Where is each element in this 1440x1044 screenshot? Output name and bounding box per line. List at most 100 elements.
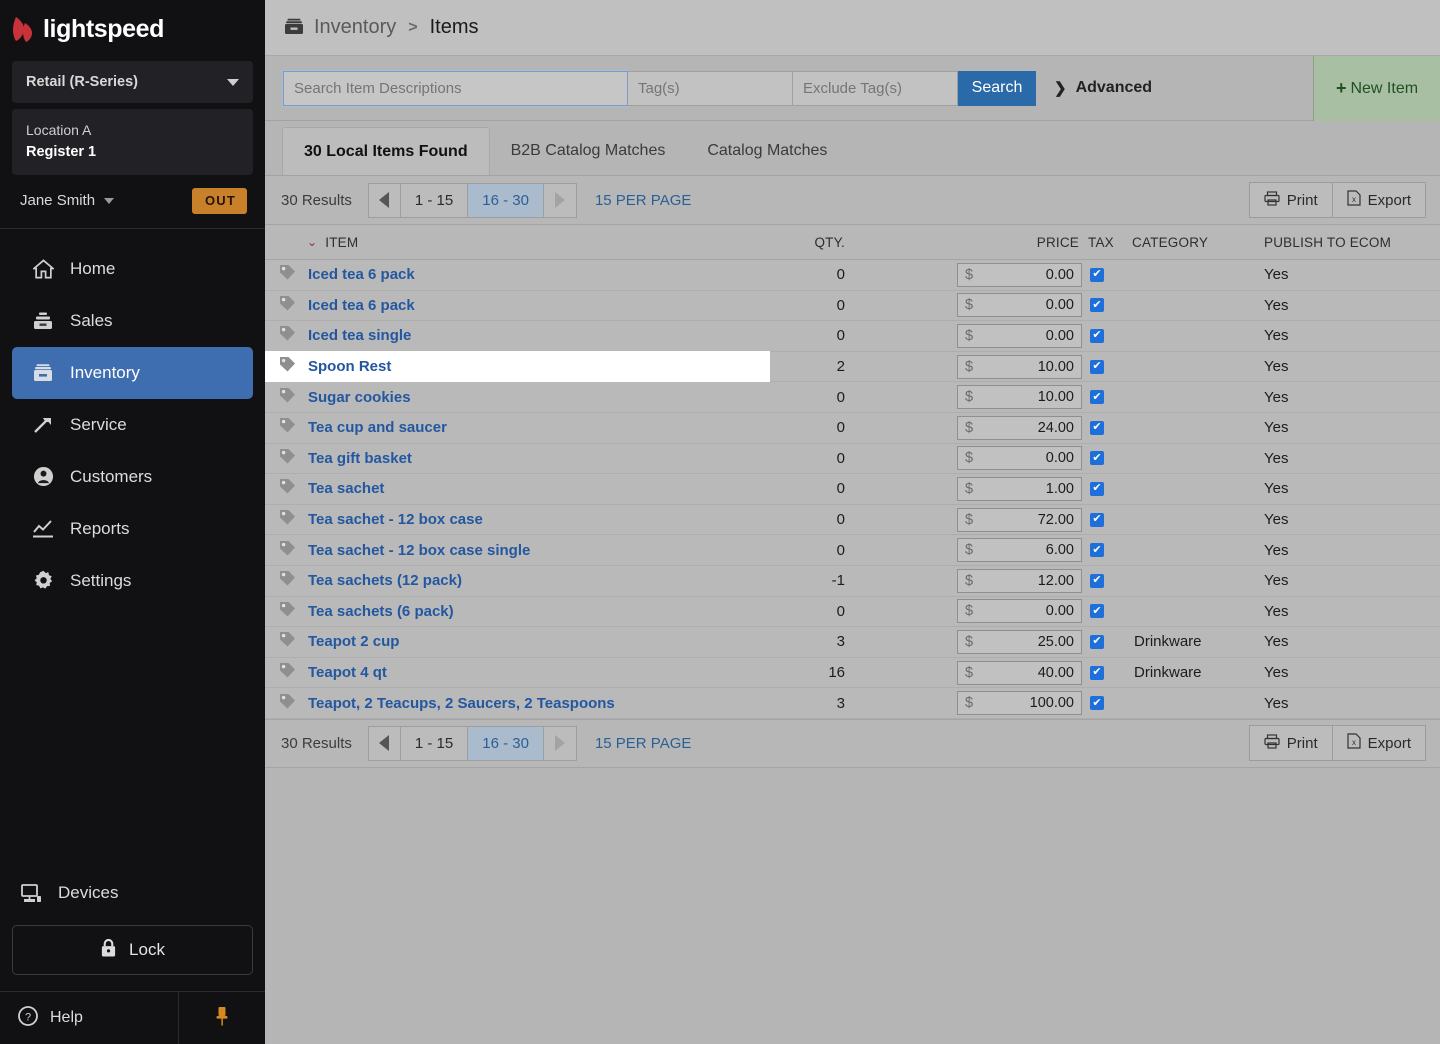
column-header-category[interactable]: CATEGORY bbox=[1132, 235, 1264, 250]
table-row[interactable]: Sugar cookies 0 $10.00 ✔ Yes bbox=[265, 382, 1440, 413]
sidebar-item-settings[interactable]: Settings bbox=[12, 555, 253, 607]
item-name-link[interactable]: Iced tea single bbox=[308, 327, 411, 344]
table-row[interactable]: Tea sachet - 12 box case single 0 $6.00 ✔ Ye… bbox=[265, 535, 1440, 566]
price-input[interactable]: $72.00 bbox=[957, 507, 1082, 532]
chevron-down-icon[interactable] bbox=[104, 197, 115, 204]
sidebar-item-customers[interactable]: Customers bbox=[12, 451, 253, 503]
sidebar-item-devices[interactable]: Devices bbox=[0, 867, 265, 919]
table-row[interactable]: Tea sachet 0 $1.00 ✔ Yes bbox=[265, 474, 1440, 505]
item-name-link[interactable]: Teapot 2 cup bbox=[308, 633, 399, 650]
tax-checkbox[interactable]: ✔ bbox=[1090, 481, 1104, 496]
item-name-link[interactable]: Iced tea 6 pack bbox=[308, 297, 415, 314]
page-prev-button[interactable] bbox=[368, 183, 401, 217]
item-name-link[interactable]: Sugar cookies bbox=[308, 389, 411, 406]
advanced-toggle[interactable]: ❯ Advanced bbox=[1054, 79, 1152, 97]
export-button[interactable]: x Export bbox=[1331, 183, 1425, 217]
sidebar-item-service[interactable]: Service bbox=[12, 399, 253, 451]
price-input[interactable]: $24.00 bbox=[957, 415, 1082, 440]
table-row[interactable]: Spoon Rest 2 $10.00 ✔ Yes bbox=[265, 351, 1440, 383]
tax-checkbox[interactable]: ✔ bbox=[1090, 512, 1104, 527]
lock-button[interactable]: Lock bbox=[12, 925, 253, 975]
item-name-link[interactable]: Spoon Rest bbox=[308, 358, 391, 375]
table-row[interactable]: Tea gift basket 0 $0.00 ✔ Yes bbox=[265, 443, 1440, 475]
price-input[interactable]: $0.00 bbox=[957, 446, 1082, 471]
search-input[interactable] bbox=[282, 69, 629, 107]
column-header-publish-to-ecom[interactable]: PUBLISH TO ECOM bbox=[1264, 235, 1440, 250]
sidebar-item-inventory[interactable]: Inventory bbox=[12, 346, 253, 399]
column-header-tax[interactable]: TAX bbox=[1085, 235, 1132, 250]
item-name-link[interactable]: Teapot, 2 Teacups, 2 Saucers, 2 Teaspoon… bbox=[308, 695, 615, 712]
table-row[interactable]: Tea sachets (6 pack) 0 $0.00 ✔ Yes bbox=[265, 596, 1440, 628]
price-input[interactable]: $0.00 bbox=[957, 293, 1082, 318]
table-row[interactable]: Teapot 2 cup 3 $25.00 ✔ Drinkware Yes bbox=[265, 627, 1440, 658]
price-input[interactable]: $0.00 bbox=[957, 323, 1082, 348]
page-16-30-button[interactable]: 16 - 30 bbox=[468, 183, 544, 217]
price-input[interactable]: $1.00 bbox=[957, 476, 1082, 501]
tax-checkbox[interactable]: ✔ bbox=[1090, 634, 1104, 649]
table-row[interactable]: Tea cup and saucer 0 $24.00 ✔ Yes bbox=[265, 412, 1440, 444]
item-name-link[interactable]: Teapot 4 qt bbox=[308, 664, 387, 681]
tax-checkbox[interactable]: ✔ bbox=[1090, 298, 1104, 313]
sidebar-item-sales[interactable]: Sales bbox=[12, 295, 253, 347]
column-header-item[interactable]: ⌄ ITEM bbox=[265, 235, 770, 250]
sidebar-item-home[interactable]: Home bbox=[12, 243, 253, 295]
tax-checkbox[interactable]: ✔ bbox=[1090, 665, 1104, 680]
table-row[interactable]: Iced tea 6 pack 0 $0.00 ✔ Yes bbox=[265, 290, 1440, 322]
per-page-selector-bottom[interactable]: 15 PER PAGE bbox=[595, 735, 691, 752]
page-1-15-button[interactable]: 1 - 15 bbox=[400, 183, 469, 217]
location-register-card[interactable]: Location A Register 1 bbox=[12, 109, 253, 175]
new-item-button[interactable]: + New Item bbox=[1313, 56, 1440, 121]
price-input[interactable]: $0.00 bbox=[957, 599, 1082, 624]
help-button[interactable]: ? Help bbox=[0, 992, 179, 1044]
price-input[interactable]: $6.00 bbox=[957, 538, 1082, 563]
item-name-link[interactable]: Iced tea 6 pack bbox=[308, 266, 415, 283]
item-name-link[interactable]: Tea sachets (6 pack) bbox=[308, 603, 454, 620]
column-header-qty[interactable]: QTY. bbox=[770, 235, 845, 250]
item-name-link[interactable]: Tea sachet - 12 box case single bbox=[308, 542, 530, 559]
exclude-tags-input[interactable] bbox=[793, 70, 958, 106]
page-16-30-button-bottom[interactable]: 16 - 30 bbox=[468, 726, 544, 760]
column-header-price[interactable]: PRICE bbox=[845, 235, 1085, 250]
table-row[interactable]: Teapot 4 qt 16 $40.00 ✔ Drinkware Yes bbox=[265, 657, 1440, 689]
tax-checkbox[interactable]: ✔ bbox=[1090, 451, 1104, 466]
tax-checkbox[interactable]: ✔ bbox=[1090, 420, 1104, 435]
price-input[interactable]: $12.00 bbox=[957, 568, 1082, 593]
page-1-15-button-bottom[interactable]: 1 - 15 bbox=[400, 726, 469, 760]
tax-checkbox[interactable]: ✔ bbox=[1090, 390, 1104, 405]
user-row[interactable]: Jane Smith OUT bbox=[0, 178, 265, 224]
print-button[interactable]: Print bbox=[1250, 183, 1332, 217]
item-name-link[interactable]: Tea sachet bbox=[308, 480, 384, 497]
clock-status-badge[interactable]: OUT bbox=[191, 187, 247, 214]
brand-logo[interactable]: lightspeed bbox=[0, 0, 265, 58]
price-input[interactable]: $40.00 bbox=[957, 660, 1082, 685]
price-input[interactable]: $100.00 bbox=[957, 691, 1082, 716]
search-button[interactable]: Search bbox=[958, 70, 1036, 106]
tab-local-items[interactable]: 30 Local Items Found bbox=[282, 127, 490, 175]
page-next-button-bottom[interactable] bbox=[543, 726, 576, 760]
table-row[interactable]: Teapot, 2 Teacups, 2 Saucers, 2 Teaspoon… bbox=[265, 688, 1440, 719]
price-input[interactable]: $25.00 bbox=[957, 629, 1082, 654]
tax-checkbox[interactable]: ✔ bbox=[1090, 696, 1104, 711]
export-button-bottom[interactable]: x Export bbox=[1331, 726, 1425, 761]
item-name-link[interactable]: Tea sachet - 12 box case bbox=[308, 511, 483, 528]
breadcrumb-parent[interactable]: Inventory bbox=[314, 16, 396, 39]
sidebar-item-reports[interactable]: Reports bbox=[12, 503, 253, 555]
tax-checkbox[interactable]: ✔ bbox=[1090, 543, 1104, 558]
tax-checkbox[interactable]: ✔ bbox=[1090, 267, 1104, 282]
item-name-link[interactable]: Tea gift basket bbox=[308, 450, 412, 467]
table-row[interactable]: Tea sachet - 12 box case 0 $72.00 ✔ Yes bbox=[265, 504, 1440, 536]
tax-checkbox[interactable]: ✔ bbox=[1090, 573, 1104, 588]
product-picker[interactable]: Retail (R-Series) bbox=[12, 61, 253, 103]
pin-sidebar-button[interactable] bbox=[179, 992, 265, 1044]
page-next-button[interactable] bbox=[543, 183, 576, 217]
page-prev-button-bottom[interactable] bbox=[368, 726, 401, 760]
item-name-link[interactable]: Tea cup and saucer bbox=[308, 419, 447, 436]
price-input[interactable]: $10.00 bbox=[957, 385, 1082, 410]
tab-catalog-matches[interactable]: Catalog Matches bbox=[686, 127, 848, 175]
tax-checkbox[interactable]: ✔ bbox=[1090, 359, 1104, 374]
table-row[interactable]: Tea sachets (12 pack) -1 $12.00 ✔ Yes bbox=[265, 565, 1440, 597]
price-input[interactable]: $10.00 bbox=[957, 354, 1082, 379]
tax-checkbox[interactable]: ✔ bbox=[1090, 328, 1104, 343]
table-row[interactable]: Iced tea single 0 $0.00 ✔ Yes bbox=[265, 321, 1440, 352]
table-row[interactable]: Iced tea 6 pack 0 $0.00 ✔ Yes bbox=[265, 260, 1440, 291]
